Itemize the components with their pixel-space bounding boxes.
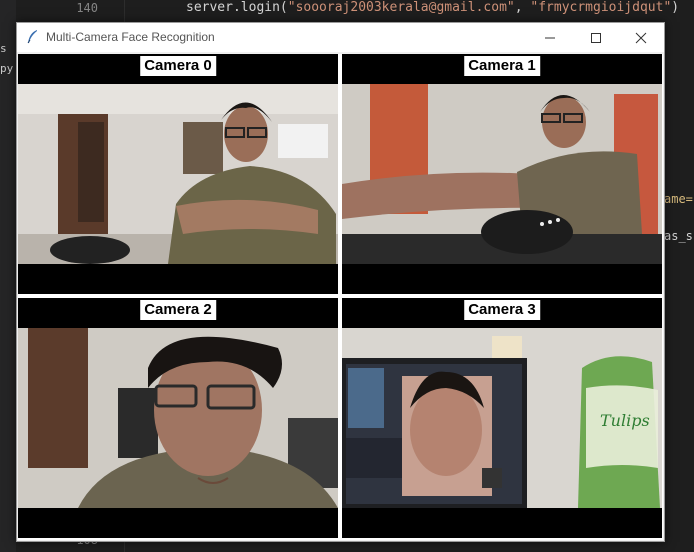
camera-panel-1: Camera 1 xyxy=(342,54,662,294)
line-number: 140 xyxy=(76,1,98,15)
feather-icon xyxy=(27,30,37,44)
camera-feed-0 xyxy=(18,84,338,264)
side-panel-text: py xyxy=(0,62,14,75)
title-bar[interactable]: Multi-Camera Face Recognition xyxy=(17,23,664,52)
maximize-button[interactable] xyxy=(573,23,619,52)
face-recognition-window: Multi-Camera Face Recognition Camera 0 C… xyxy=(16,22,665,542)
code-fragment: ame= xyxy=(664,192,693,206)
code-fragment: as_s xyxy=(664,229,693,243)
side-panel-text: s xyxy=(0,42,7,55)
camera-feed-1 xyxy=(342,84,662,264)
editor-side-panel: s py xyxy=(0,0,16,552)
camera-grid: Camera 0 Camera 1 Camera 2 Camera 3 Tuli… xyxy=(18,54,663,540)
camera-label: Camera 2 xyxy=(140,300,216,320)
maximize-icon xyxy=(591,33,601,43)
camera-label: Camera 3 xyxy=(464,300,540,320)
camera-label: Camera 1 xyxy=(464,56,540,76)
close-button[interactable] xyxy=(618,23,664,52)
minimize-button[interactable] xyxy=(527,23,573,52)
camera-panel-0: Camera 0 xyxy=(18,54,338,294)
camera-panel-2: Camera 2 xyxy=(18,298,338,538)
code-line[interactable]: server.login("soooraj2003kerala@gmail.co… xyxy=(186,0,679,15)
camera-feed-3: Tulips xyxy=(342,328,662,508)
minimize-icon xyxy=(545,37,555,39)
window-title: Multi-Camera Face Recognition xyxy=(46,30,215,44)
close-icon xyxy=(635,32,647,44)
svg-text:Tulips: Tulips xyxy=(600,411,650,430)
camera-panel-3: Camera 3 Tulips xyxy=(342,298,662,538)
camera-label: Camera 0 xyxy=(140,56,216,76)
camera-feed-2 xyxy=(18,328,338,508)
